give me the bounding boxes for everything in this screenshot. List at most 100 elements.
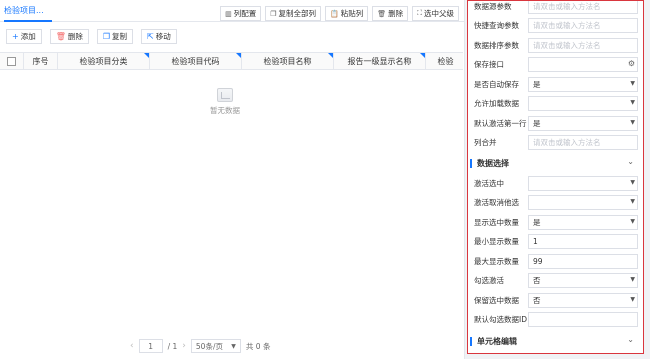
property-row: 隐式编辑器▼: [468, 352, 640, 355]
page-size-value: 50条/页: [195, 341, 223, 351]
total-count: 共 0 条: [245, 341, 271, 351]
column-header[interactable]: 检验项目分类: [58, 53, 150, 69]
empty-text: 暂无数据: [210, 106, 240, 115]
toolbar-button-2[interactable]: 📋 粘贴列: [324, 6, 369, 21]
property-value: 是: [533, 79, 541, 89]
tab-inspection-items[interactable]: 检验项目...: [0, 0, 56, 22]
property-label: 是否自动保存: [474, 79, 519, 89]
chevron-down-icon: ▼: [231, 342, 236, 350]
column-header[interactable]: 序号: [24, 53, 58, 69]
pagination: ‹ 1 / 1 › 50条/页 ▼ 共 0 条: [130, 339, 270, 353]
section-header[interactable]: 单元格编辑 ⌄: [468, 332, 640, 350]
property-row: 激活取消他选 ▼: [468, 194, 640, 212]
property-input[interactable]: 请双击或输入方法名: [528, 1, 638, 14]
property-label: 勾选激活: [474, 276, 504, 285]
action-bar: + 添加 🗑 删除 ❐ 复制 ⇱ 移动: [6, 29, 177, 44]
property-row: 最大显示数量 99: [468, 252, 640, 270]
property-input[interactable]: ⚙: [528, 57, 638, 72]
property-select[interactable]: ▼: [528, 96, 638, 111]
section-accent: [470, 158, 472, 168]
property-input[interactable]: [528, 312, 638, 327]
property-label: 快捷查询参数: [474, 21, 519, 30]
property-select[interactable]: 否 ▼: [528, 292, 638, 308]
property-row: 允许加载数据 ▼: [468, 95, 640, 113]
property-row: 默认激活第一行是 ▼: [468, 114, 640, 132]
property-select[interactable]: 是 ▼: [528, 214, 638, 230]
property-input[interactable]: 99: [528, 253, 638, 269]
select-all-checkbox[interactable]: [7, 57, 16, 66]
property-value: 否: [533, 276, 541, 285]
add-button[interactable]: + 添加: [6, 29, 42, 44]
section-title: 单元格编辑: [477, 336, 517, 346]
property-input[interactable]: 1: [528, 234, 638, 249]
property-row: 数据排序参数 请双击或输入方法名: [468, 36, 640, 54]
section-title: 数据选择: [477, 158, 509, 168]
chevron-down-icon: ▼: [630, 276, 635, 283]
scrollbar[interactable]: [645, 0, 650, 359]
property-value: 99: [533, 256, 543, 266]
property-value: 1: [533, 237, 538, 246]
copy-button[interactable]: ❐ 复制: [96, 29, 134, 44]
property-label: 允许加载数据: [474, 99, 519, 108]
gear-icon[interactable]: ⚙: [628, 59, 635, 68]
move-button[interactable]: ⇱ 移动: [141, 29, 177, 44]
property-label: 最大显示数量: [474, 256, 519, 266]
copy-icon: ❐: [102, 32, 111, 41]
property-label: 显示选中数量: [474, 217, 519, 227]
property-select[interactable]: ▼: [528, 354, 638, 355]
property-row: 保留选中数据否 ▼: [468, 291, 640, 309]
property-label: 数据源参数: [474, 1, 512, 11]
property-row: 数据源参数 请双击或输入方法名: [468, 1, 640, 15]
property-input[interactable]: 请双击或输入方法名: [528, 37, 638, 53]
property-value: 是: [533, 217, 541, 227]
property-select[interactable]: ▼: [528, 195, 638, 210]
property-row: 勾选激活否 ▼: [468, 272, 640, 290]
column-header[interactable]: 检验项目代码: [150, 53, 242, 69]
property-label: 保存接口: [474, 60, 504, 69]
page-input[interactable]: 1: [138, 339, 163, 353]
property-value: 请双击或输入方法名: [533, 40, 601, 50]
chevron-down-icon: ▼: [630, 99, 635, 106]
property-label: 最小显示数量: [474, 237, 519, 246]
toolbar-button-1[interactable]: ❐ 复制全部列: [265, 6, 321, 21]
toolbar-button-label: 列配置: [233, 9, 257, 18]
chevron-down-icon: ▼: [630, 79, 635, 87]
property-value: 请双击或输入方法名: [533, 21, 601, 30]
property-select[interactable]: 是 ▼: [528, 115, 638, 131]
property-select[interactable]: 否 ▼: [528, 273, 638, 288]
property-row: 激活选中 ▼: [468, 174, 640, 192]
toolbar-button-0[interactable]: ▥ 列配置: [220, 6, 262, 21]
property-label: 保留选中数据: [474, 295, 519, 305]
next-page-icon[interactable]: ›: [182, 341, 186, 351]
column-header[interactable]: 报告一级显示名称: [334, 53, 426, 69]
column-header[interactable]: 检验项目名称: [242, 53, 334, 69]
add-button-label: 添加: [20, 32, 36, 41]
prev-page-icon[interactable]: ‹: [130, 341, 134, 351]
delete-button[interactable]: 🗑 删除: [49, 29, 89, 44]
chevron-down-icon: ▼: [630, 217, 635, 225]
property-label: 列合并: [474, 138, 497, 147]
properties-panel: 数据源参数 请双击或输入方法名 快捷查询参数 请双击或输入方法名 数据排序参数 请双击或输…: [467, 0, 644, 354]
copy-icon: ❐: [270, 9, 277, 18]
property-select[interactable]: ▼: [528, 175, 638, 191]
page-size-select[interactable]: 50条/页 ▼: [190, 339, 241, 353]
property-row: 最小显示数量 1: [468, 233, 640, 251]
property-select[interactable]: 是 ▼: [528, 76, 638, 92]
select-all-cell: [0, 53, 24, 69]
total-pages: / 1: [167, 341, 178, 351]
property-input[interactable]: 请双击或输入方法名: [528, 18, 638, 33]
chevron-down-icon: ▼: [630, 198, 635, 205]
property-input[interactable]: 请双击或输入方法名: [528, 135, 638, 150]
section-header[interactable]: 数据选择 ⌄: [468, 154, 640, 172]
property-row: 默认勾选数据ID: [468, 311, 640, 329]
toolbar-button-label: 选中父级: [424, 9, 454, 18]
column-header[interactable]: 检验: [426, 53, 463, 69]
toolbar-button-4[interactable]: ⛶ 选中父级: [412, 6, 459, 21]
move-icon: ⇱: [147, 32, 154, 41]
property-label: 激活选中: [474, 178, 504, 188]
property-row: 列合并 请双击或输入方法名: [468, 134, 640, 152]
delete-button-label: 删除: [67, 32, 83, 41]
property-label: 数据排序参数: [474, 40, 519, 50]
section-accent: [470, 336, 472, 346]
toolbar-button-3[interactable]: 🗑 删除: [372, 6, 409, 21]
